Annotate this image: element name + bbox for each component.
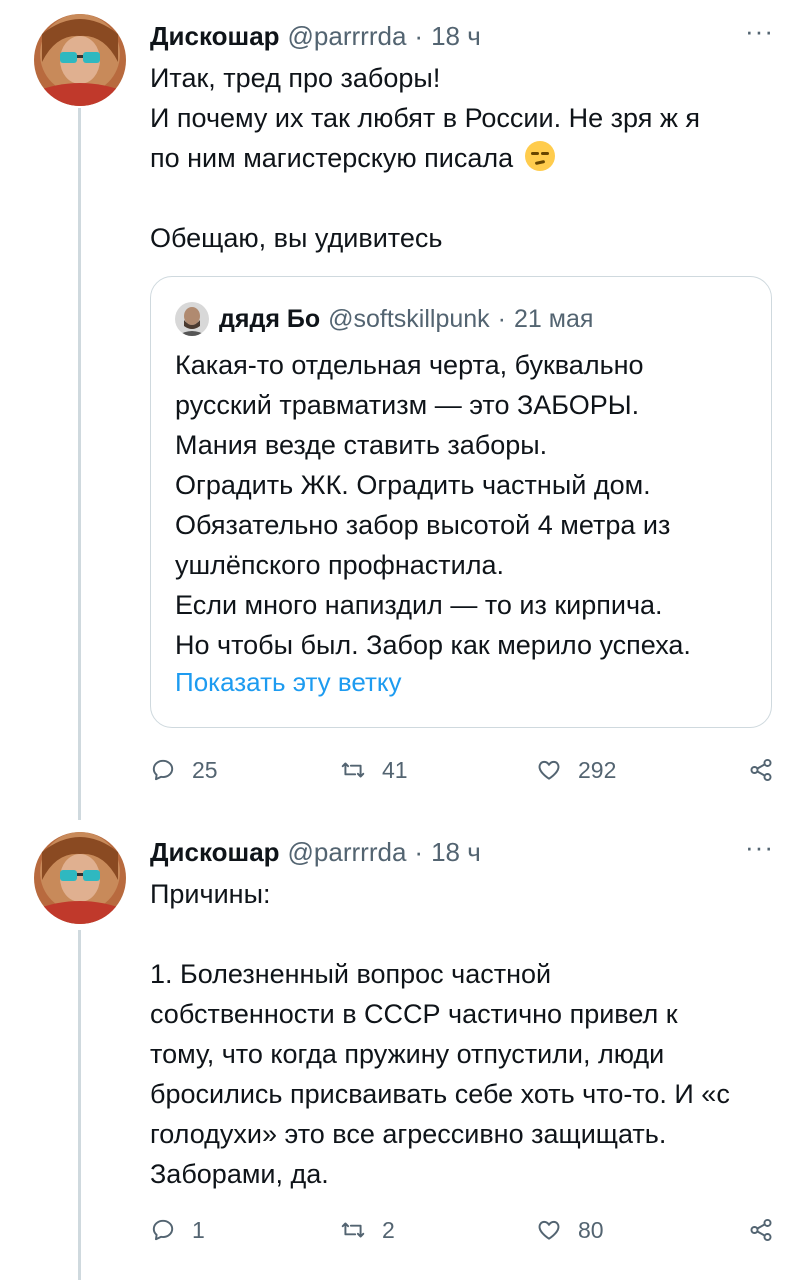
separator: · — [414, 20, 424, 51]
text-line: Какая-то отдельная черта, буквально — [175, 350, 644, 380]
text-line: Если много напиздил — то из кирпича. — [175, 590, 663, 620]
quoted-tweet[interactable]: дядя Бо @softskillpunk · 21 мая Какая-то… — [150, 276, 772, 728]
more-icon[interactable]: ··· — [745, 832, 774, 863]
show-thread-link[interactable]: Показать эту ветку — [175, 667, 402, 698]
tweet-actions: 25 41 292 — [150, 750, 774, 790]
text-line: русский травматизм — это ЗАБОРЫ. — [175, 390, 640, 420]
smirking-face-emoji-icon — [524, 141, 555, 171]
like-count: 292 — [578, 756, 617, 783]
text-line: Итак, тред про заборы! — [150, 63, 441, 93]
like-button[interactable]: 80 — [536, 1217, 604, 1244]
reply-count: 1 — [192, 1216, 205, 1243]
quoted-author-name[interactable]: дядя Бо — [219, 305, 320, 334]
text-line: голодухи» это все агрессивно защищать. — [150, 1119, 667, 1149]
retweet-icon — [341, 1222, 365, 1238]
timestamp[interactable]: 18 ч — [431, 837, 481, 868]
like-button[interactable]: 292 — [536, 757, 616, 784]
separator: · — [497, 304, 506, 333]
reply-count: 25 — [192, 756, 218, 783]
thread-connector-line — [78, 108, 81, 820]
quoted-author-handle[interactable]: @softskillpunk — [328, 305, 490, 334]
share-icon — [750, 758, 772, 782]
text-line: Мания везде ставить заборы. — [175, 430, 548, 460]
retweet-icon — [341, 762, 365, 778]
thread-connector-line — [78, 930, 81, 1280]
text-line: собственности в СССР частично привел к — [150, 999, 678, 1029]
text-line: 1. Болезненный вопрос частной — [150, 959, 552, 989]
tweet-text: Причины: 1. Болезненный вопрос частной с… — [150, 874, 764, 1194]
reply-icon — [152, 1219, 174, 1241]
author-name[interactable]: Дискошар — [150, 21, 280, 52]
text-line: бросились присваивать себе хоть что-то. … — [150, 1079, 730, 1109]
more-icon[interactable]: ··· — [745, 16, 774, 47]
avatar[interactable] — [34, 14, 126, 106]
text-line: ушлёпского профнастила. — [175, 550, 504, 580]
like-icon — [538, 1220, 560, 1240]
quoted-avatar[interactable] — [175, 302, 209, 336]
text-line: по ним магистерскую писала — [150, 143, 514, 173]
retweet-button[interactable]: 41 — [340, 757, 408, 784]
share-icon — [750, 1218, 772, 1242]
like-count: 80 — [578, 1216, 604, 1243]
reply-button[interactable]: 1 — [150, 1217, 205, 1244]
share-button[interactable] — [748, 1217, 774, 1243]
author-name[interactable]: Дискошар — [150, 837, 280, 868]
text-line: Причины: — [150, 879, 271, 909]
tweet-actions: 1 2 80 — [150, 1210, 774, 1250]
text-line: И почему их так любят в России. Не зря ж… — [150, 103, 701, 133]
text-line: Оградить ЖК. Оградить частный дом. — [175, 470, 651, 500]
text-line: тому, что когда пружину отпустили, люди — [150, 1039, 665, 1069]
author-handle[interactable]: @parrrrda — [288, 21, 407, 52]
retweet-count: 2 — [382, 1216, 395, 1243]
retweet-button[interactable]: 2 — [340, 1217, 395, 1244]
author-handle[interactable]: @parrrrda — [288, 837, 407, 868]
quoted-tweet-text: Какая-то отдельная черта, буквально русс… — [175, 345, 751, 665]
avatar[interactable] — [34, 832, 126, 924]
timestamp[interactable]: 18 ч — [431, 21, 481, 52]
tweet-text: Итак, тред про заборы! И почему их так л… — [150, 58, 764, 258]
text-line: Заборами, да. — [150, 1159, 329, 1189]
separator: · — [414, 836, 424, 867]
share-button[interactable] — [748, 757, 774, 783]
text-line: Но чтобы был. Забор как мерило успеха. — [175, 630, 691, 660]
text-line: Обещаю, вы удивитесь — [150, 223, 443, 253]
like-icon — [538, 760, 560, 780]
quoted-date[interactable]: 21 мая — [514, 305, 593, 334]
reply-button[interactable]: 25 — [150, 757, 218, 784]
reply-icon — [152, 759, 174, 781]
retweet-count: 41 — [382, 756, 408, 783]
text-line: Обязательно забор высотой 4 метра из — [175, 510, 671, 540]
